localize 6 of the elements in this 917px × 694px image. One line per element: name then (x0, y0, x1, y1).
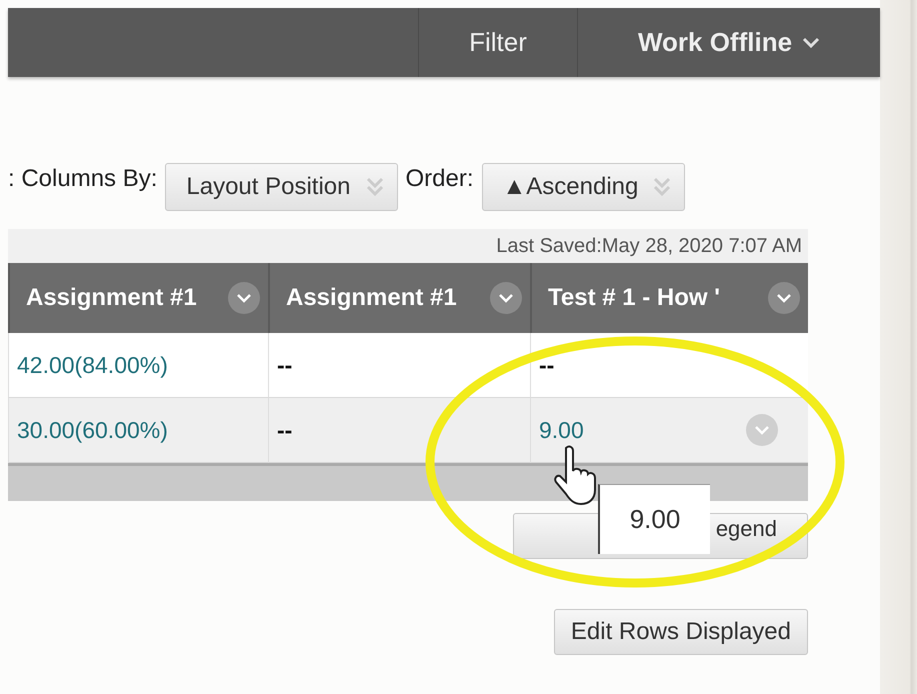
table-cell: -- (268, 398, 530, 463)
table-cell: -- (268, 333, 530, 398)
columns-by-label: : Columns By: (8, 165, 158, 193)
last-saved-text: Last Saved:May 28, 2020 7:07 AM (8, 229, 808, 263)
tooltip: 9.00 (598, 484, 710, 554)
order-label: Order: (406, 165, 474, 193)
